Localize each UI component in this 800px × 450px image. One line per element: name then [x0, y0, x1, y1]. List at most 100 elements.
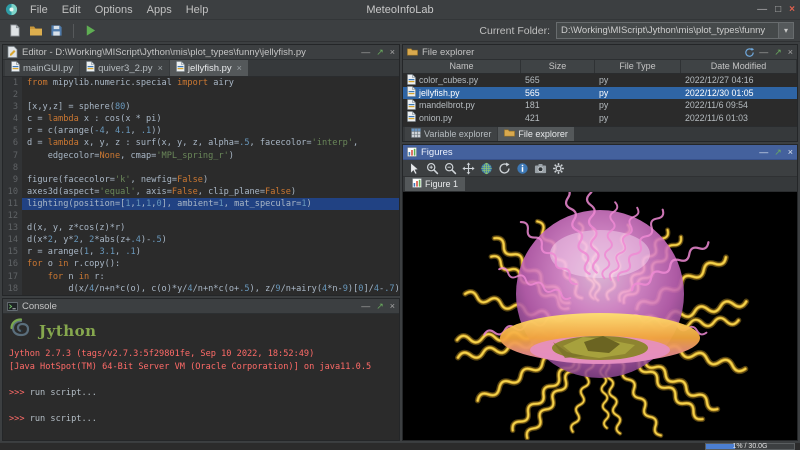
line-number: 9 [3, 173, 22, 186]
refresh-icon[interactable] [744, 47, 755, 58]
line-number: 6 [3, 137, 22, 150]
minimize-panel-icon[interactable]: — [759, 47, 768, 57]
menu-edit[interactable]: Edit [55, 2, 88, 18]
editor-tab[interactable]: mainGUI.py [5, 60, 80, 76]
select-icon[interactable] [407, 161, 422, 176]
console-panel-header: Console — ↗ × [3, 299, 399, 314]
line-number: 1 [3, 77, 22, 90]
title-bar: File Edit Options Apps Help MeteoInfoLab — □… [0, 0, 800, 20]
py-file-icon [86, 61, 95, 75]
py-file-icon [176, 61, 185, 75]
identify-icon[interactable] [515, 161, 530, 176]
menu-file[interactable]: File [23, 2, 55, 18]
explorer-tab-bar: Variable explorer File explorer [403, 126, 797, 141]
save-file-icon[interactable] [48, 22, 65, 39]
minimize-panel-icon[interactable]: — [361, 47, 370, 57]
float-panel-icon[interactable]: ↗ [774, 47, 782, 58]
minimize-panel-icon[interactable]: — [361, 301, 370, 311]
close-panel-icon[interactable]: × [788, 147, 793, 157]
code-line: 1 from mipylib.numeric.special import air… [3, 77, 399, 90]
file-row[interactable]: jellyfish.py 565 py 2022/12/30 01:05 [403, 86, 797, 99]
folder-icon [407, 47, 418, 57]
line-number: 4 [3, 113, 22, 126]
main-toolbar: Current Folder: D:\Working\MIScript\Jyth… [0, 20, 800, 42]
figures-panel-controls: — ↗ × [759, 147, 793, 158]
open-file-icon[interactable] [27, 22, 44, 39]
line-number: 3 [3, 101, 22, 114]
tab-file-explorer[interactable]: File explorer [498, 127, 574, 141]
code-line: 7 edgecolor=None, cmap='MPL_spring_r') [3, 149, 399, 162]
code-line: 5r = c(arange(-4, 4.1, .1)) [3, 125, 399, 138]
memory-text: 1% / 30.0G [732, 443, 768, 450]
line-number: 13 [3, 222, 22, 235]
minimize-window-button[interactable]: — [757, 4, 767, 15]
zoom-out-icon[interactable] [443, 161, 458, 176]
line-number: 7 [3, 149, 22, 162]
line-number: 11 [3, 197, 22, 211]
close-panel-icon[interactable]: × [390, 47, 395, 57]
close-panel-icon[interactable]: × [788, 47, 793, 57]
figures-panel-header: Figures — ↗ × [403, 145, 797, 160]
jellyfish-plot [403, 192, 797, 440]
code-line: 11 lighting(position=[1,1,1,0], ambient=1… [3, 197, 399, 211]
close-panel-icon[interactable]: × [390, 301, 395, 311]
rotate-icon[interactable] [497, 161, 512, 176]
console-output[interactable]: Jython Jython 2.7.3 (tags/v2.7.3:5f29801… [3, 314, 399, 440]
full-extent-icon[interactable] [479, 161, 494, 176]
file-row[interactable]: mandelbrot.py 181 py 2022/11/6 09:54 [403, 98, 797, 112]
column-header[interactable]: Date Modified [681, 60, 797, 73]
line-number: 8 [3, 161, 22, 174]
maximize-window-button[interactable]: □ [775, 4, 781, 15]
console-line: Jython 2.7.3 (tags/v2.7.3:5f29801fe, Sep… [9, 349, 315, 359]
plot-area[interactable] [403, 192, 797, 440]
editor-panel-title: Editor - D:\Working\MIScript\Jython\mis\… [22, 46, 306, 58]
float-panel-icon[interactable]: ↗ [774, 147, 782, 158]
line-number: 10 [3, 185, 22, 198]
minimize-panel-icon[interactable]: — [759, 147, 768, 157]
current-folder-combobox[interactable]: D:\Working\MIScript\Jython\mis\plot_type… [556, 22, 794, 39]
tab-variable-explorer[interactable]: Variable explorer [405, 127, 498, 141]
figures-toolbar [403, 160, 797, 177]
save-image-icon[interactable] [533, 161, 548, 176]
close-window-button[interactable]: × [789, 4, 795, 15]
code-editor[interactable]: 1 from mipylib.numeric.special import air… [3, 77, 399, 295]
figures-panel-title: Figures [421, 146, 453, 158]
menu-help[interactable]: Help [179, 2, 216, 18]
file-row[interactable]: color_cubes.py 565 py 2022/12/27 04:16 [403, 74, 797, 87]
pan-icon[interactable] [461, 161, 476, 176]
figure-tab[interactable]: Figure 1 [405, 177, 466, 191]
menu-options[interactable]: Options [88, 2, 140, 18]
line-number: 14 [3, 234, 22, 247]
line-number: 12 [3, 210, 22, 223]
close-tab-icon[interactable]: × [158, 63, 163, 73]
float-panel-icon[interactable]: ↗ [376, 301, 384, 312]
column-header[interactable]: File Type [595, 60, 681, 73]
editor-tab[interactable]: jellyfish.py × [169, 60, 248, 76]
console-icon [7, 301, 18, 312]
editor-tab[interactable]: quiver3_2.py × [80, 60, 169, 76]
menu-bar: File Edit Options Apps Help [23, 2, 215, 18]
settings-icon[interactable] [551, 161, 566, 176]
code-line: 8 [3, 161, 399, 174]
code-line: 6d = lambda x, y, z : surf(x, y, z, alph… [3, 137, 399, 150]
column-header[interactable]: Name [403, 60, 521, 73]
dropdown-arrow-icon[interactable]: ▾ [778, 23, 793, 38]
status-bar: 1% / 30.0G [0, 442, 800, 450]
console-panel: Console — ↗ × Jython Jython 2.7.3 (tags/v2… [2, 298, 400, 441]
folder-icon [504, 128, 516, 140]
float-panel-icon[interactable]: ↗ [376, 47, 384, 58]
zoom-in-icon[interactable] [425, 161, 440, 176]
menu-apps[interactable]: Apps [140, 2, 179, 18]
code-line: 13 d(x, y, z*cos(z)*r) [3, 222, 399, 235]
new-file-icon[interactable] [6, 22, 23, 39]
code-line: 17 for n in r: [3, 270, 399, 283]
meteoinfolab-window: File Edit Options Apps Help MeteoInfoLab — □… [0, 0, 800, 450]
py-file-icon [407, 74, 416, 87]
editor-icon [7, 46, 18, 58]
line-number: 16 [3, 258, 22, 271]
figure-tab-label: Figure 1 [425, 179, 459, 189]
column-header[interactable]: Size [521, 60, 595, 73]
close-tab-icon[interactable]: × [237, 63, 242, 73]
file-row[interactable]: onion.py 421 py 2022/11/6 01:03 [403, 111, 797, 125]
run-script-icon[interactable] [82, 22, 99, 39]
